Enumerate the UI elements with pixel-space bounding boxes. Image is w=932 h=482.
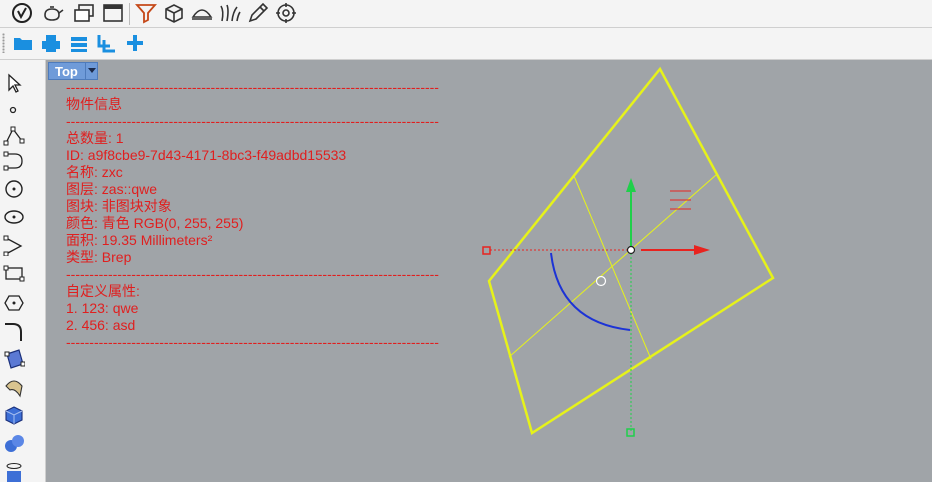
gear-icon[interactable] — [274, 1, 298, 25]
gumball-scale-handle[interactable] — [670, 190, 691, 210]
iso-curve-u — [573, 175, 652, 360]
rhino-logo-icon[interactable] — [10, 1, 34, 25]
fillet-icon[interactable] — [3, 320, 25, 342]
surface-icon[interactable] — [3, 348, 25, 370]
join-icon[interactable] — [96, 32, 118, 54]
gumball-x-handle[interactable] — [482, 246, 491, 255]
curve-icon[interactable] — [3, 150, 25, 172]
gumball-x-arrow[interactable] — [694, 245, 710, 255]
info-title: 物件信息 — [66, 96, 122, 112]
top-viewport[interactable]: Top ------------------------------------… — [46, 60, 932, 482]
info-line: 面积: 19.35 Millimeters² — [66, 232, 213, 248]
info-line: 类型: Brep — [66, 249, 132, 265]
object-info-panel: ----------------------------------------… — [66, 79, 439, 351]
info-line: 图层: zas::qwe — [66, 181, 158, 197]
custom-attribute-line: 1. 123: qwe — [66, 300, 139, 316]
info-separator: ----------------------------------------… — [66, 113, 439, 129]
print-icon[interactable] — [40, 32, 62, 54]
gumball-rotation-arc[interactable] — [550, 252, 631, 331]
grass-icon[interactable] — [218, 1, 242, 25]
info-separator: ----------------------------------------… — [66, 79, 439, 95]
layout-icon[interactable] — [72, 1, 96, 25]
point-icon[interactable] — [3, 98, 25, 120]
info-line: 颜色: 青色 RGB(0, 255, 255) — [66, 215, 244, 231]
cylinder-icon[interactable] — [3, 460, 25, 482]
pencil-icon[interactable] — [246, 1, 270, 25]
gumball-y-handle[interactable] — [626, 428, 635, 437]
window-icon[interactable] — [101, 1, 125, 25]
viewport-tab-label: Top — [55, 63, 78, 79]
left-toolbar — [0, 60, 46, 482]
custom-attributes-title: 自定义属性: — [66, 283, 140, 299]
iso-curve-v — [508, 174, 717, 358]
dome-icon[interactable] — [190, 1, 214, 25]
info-line: ID: a9f8cbe9-7d43-4171-8bc3-f49adbd15533 — [66, 147, 347, 163]
gumball-origin[interactable] — [626, 245, 636, 255]
gumball-center-handle[interactable] — [595, 275, 607, 287]
main-toolbar — [0, 0, 932, 28]
layers-icon[interactable] — [68, 32, 90, 54]
file-toolbar — [0, 28, 932, 60]
info-line: 名称: zxc — [66, 164, 123, 180]
circle-icon[interactable] — [3, 178, 25, 200]
plus-icon[interactable] — [124, 32, 146, 54]
box-icon[interactable] — [162, 1, 186, 25]
selected-surface-outline — [487, 66, 775, 435]
teapot-icon[interactable] — [40, 1, 64, 25]
gumball-y-arrow[interactable] — [626, 178, 636, 192]
info-line: 总数量: 1 — [66, 130, 124, 146]
polygon-icon[interactable] — [3, 292, 25, 314]
toolbar-grip[interactable] — [2, 33, 5, 53]
open-folder-icon[interactable] — [12, 32, 34, 54]
revolve-icon[interactable] — [3, 376, 25, 398]
polyline-icon[interactable] — [3, 124, 25, 146]
info-separator: ----------------------------------------… — [66, 334, 439, 350]
arc-icon[interactable] — [3, 234, 25, 256]
select-arrow-icon[interactable] — [3, 72, 25, 94]
custom-attribute-line: 2. 456: asd — [66, 317, 136, 333]
toolbar-divider — [129, 3, 130, 25]
ellipse-icon[interactable] — [3, 206, 25, 228]
info-line: 图块: 非图块对象 — [66, 198, 172, 214]
rectangle-icon[interactable] — [3, 262, 25, 284]
funnel-icon[interactable] — [134, 1, 158, 25]
info-separator: ----------------------------------------… — [66, 266, 439, 282]
sphere-icon[interactable] — [3, 432, 25, 454]
viewport-tab-top[interactable]: Top — [48, 62, 98, 80]
chevron-down-icon[interactable] — [85, 63, 97, 79]
solid-box-icon[interactable] — [3, 404, 25, 426]
